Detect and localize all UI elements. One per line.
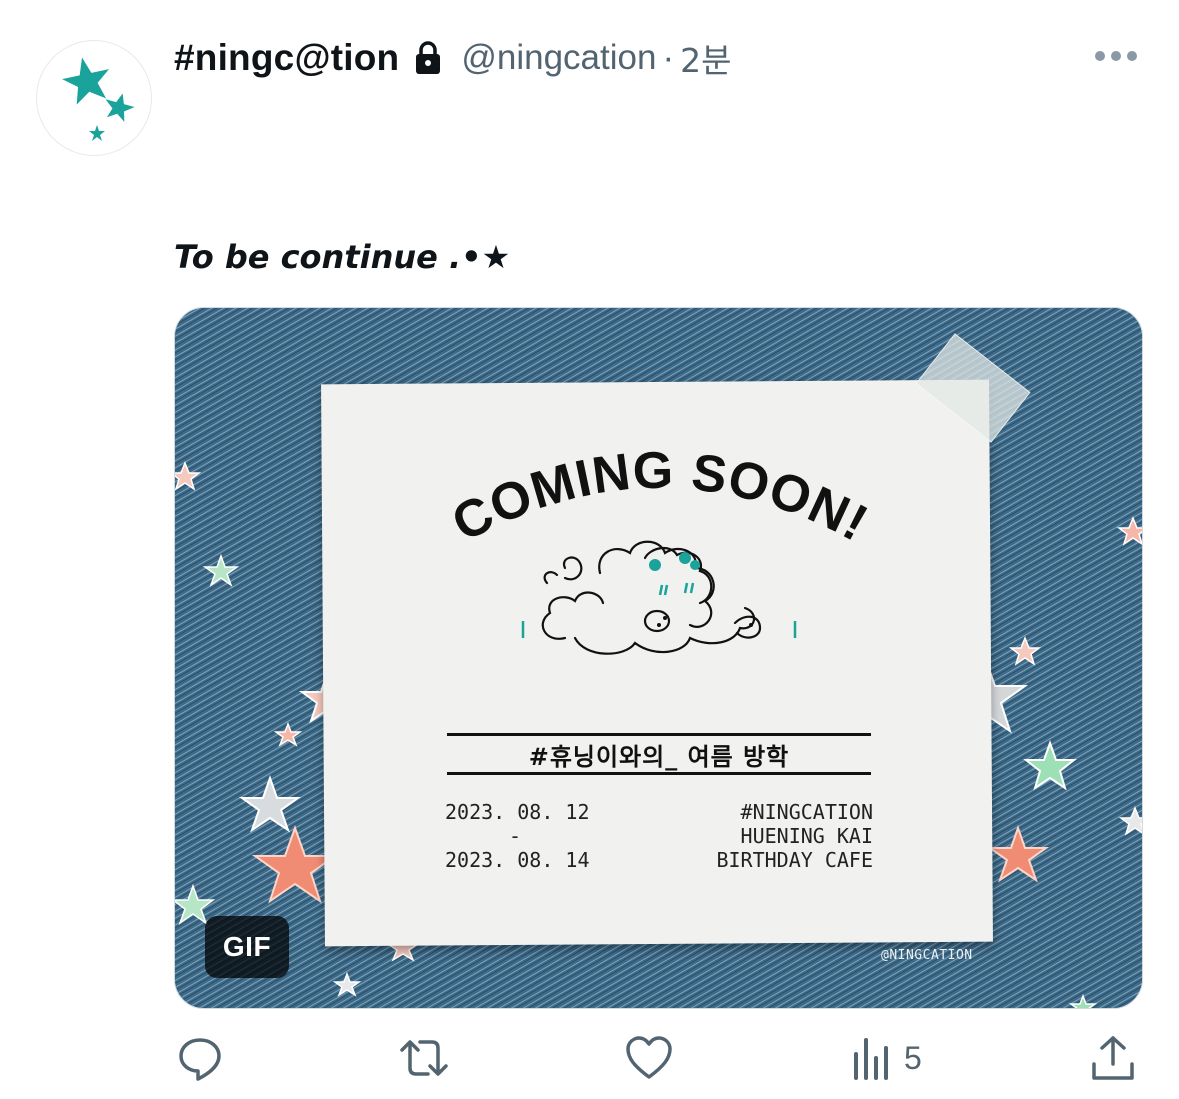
handle[interactable]: @ningcation	[461, 38, 656, 78]
lock-icon	[413, 40, 443, 76]
event-line-1: #NINGCATION	[740, 800, 873, 824]
date-start: 2023. 08. 12	[445, 800, 590, 824]
views-button[interactable]: 5	[850, 1028, 922, 1088]
like-button[interactable]	[624, 1028, 674, 1088]
date-separator: -	[508, 824, 522, 848]
heart-icon	[626, 1036, 672, 1079]
poster-subtitle: #휴닝이와의_ 여름 방학	[528, 742, 790, 771]
more-options-icon[interactable]	[1090, 44, 1142, 68]
stars-avatar-icon	[62, 57, 135, 141]
poster-dates: 2023. 08. 12 - 2023. 08. 14	[445, 800, 590, 872]
avatar[interactable]	[36, 40, 152, 156]
tweet-text: To be continue .•★	[174, 238, 511, 276]
retweet-button[interactable]	[398, 1028, 450, 1088]
views-icon	[854, 1038, 888, 1080]
tweet: #ningc@tion @ningcation · 2분 To be conti…	[0, 0, 1179, 1099]
action-bar: 5	[174, 1028, 1143, 1088]
poster-watermark: @NINGCATION	[881, 948, 973, 963]
views-count: 5	[904, 1039, 922, 1076]
timestamp[interactable]: 2분	[680, 34, 731, 82]
display-name[interactable]: #ningc@tion	[174, 37, 399, 79]
retweet-icon	[400, 1040, 448, 1076]
poster-event: #NINGCATION HUENING KAI BIRTHDAY CAFE	[665, 800, 873, 872]
event-line-2: HUENING KAI	[740, 824, 873, 848]
share-icon	[1092, 1036, 1134, 1080]
media-gif[interactable]: COMING SOON! #휴닝이와의_ 여름 방학 2023. 08. 12 …	[174, 307, 1143, 1009]
share-button[interactable]	[1090, 1028, 1136, 1088]
tweet-header: #ningc@tion @ningcation · 2분	[174, 34, 731, 82]
reply-icon	[179, 1038, 221, 1081]
event-line-3: BIRTHDAY CAFE	[716, 848, 873, 872]
separator-dot: ·	[662, 38, 675, 77]
date-end: 2023. 08. 14	[445, 848, 590, 872]
poster-subtitle-box: #휴닝이와의_ 여름 방학	[447, 733, 871, 775]
sheep-illustration	[521, 540, 797, 655]
reply-button[interactable]	[176, 1028, 224, 1088]
gif-badge[interactable]: GIF	[205, 916, 289, 978]
